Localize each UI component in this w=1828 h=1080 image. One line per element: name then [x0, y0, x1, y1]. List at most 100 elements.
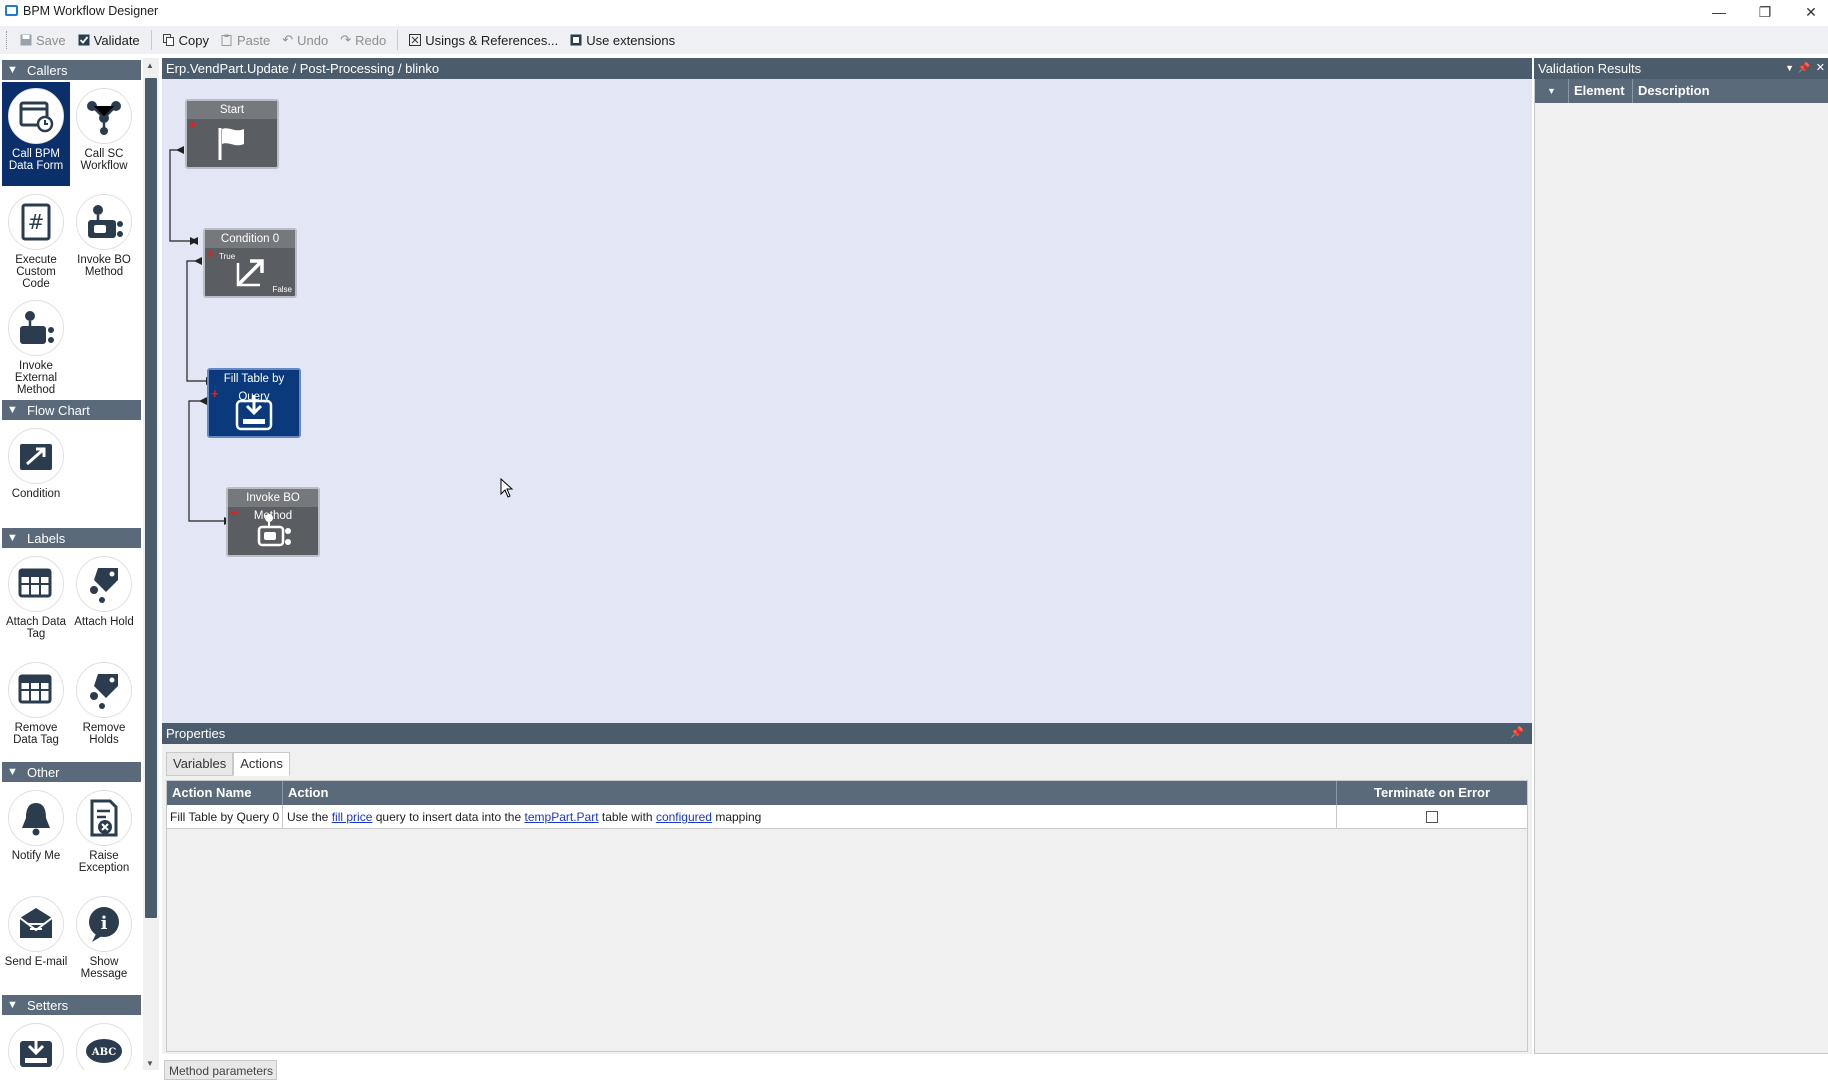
- tool-raise-exception[interactable]: Raise Exception: [70, 784, 138, 888]
- column-action-name[interactable]: Action Name: [167, 781, 283, 805]
- download-tray-icon: [235, 395, 273, 431]
- tool-attach-data-tag[interactable]: Attach Data Tag: [2, 550, 70, 654]
- node-title: Invoke BO Method: [228, 489, 318, 522]
- window-title: BPM Workflow Designer: [23, 4, 159, 18]
- column-terminate-on-error[interactable]: Terminate on Error: [1337, 781, 1527, 805]
- close-icon[interactable]: ✕: [1816, 58, 1825, 79]
- extensions-label: Use extensions: [586, 32, 676, 48]
- scrollbar-thumb[interactable]: [145, 78, 157, 918]
- action-text: query to insert data into the: [375, 810, 522, 824]
- scroll-down-icon[interactable]: ▼: [146, 1059, 154, 1068]
- terminate-on-error-checkbox[interactable]: [1426, 811, 1438, 823]
- query-link[interactable]: fill price: [332, 810, 373, 824]
- envelope-icon: [8, 896, 64, 952]
- filter-column[interactable]: ▼: [1535, 79, 1569, 103]
- abc-icon: ABC: [76, 1023, 132, 1070]
- hash-document-icon: #: [8, 194, 64, 250]
- pin-icon[interactable]: 📌: [1798, 58, 1810, 79]
- node-title: Condition 0: [205, 230, 295, 248]
- tool-label: Execute Custom Code: [15, 254, 57, 290]
- toolbar-grip: [6, 31, 8, 49]
- tool-remove-holds[interactable]: Remove Holds: [70, 656, 138, 760]
- tool-label: Call SC Workflow: [80, 148, 128, 172]
- group-labels-header[interactable]: ▼ Labels: [2, 528, 141, 548]
- false-branch-label: False: [272, 285, 292, 294]
- use-extensions-button[interactable]: Use extensions: [564, 28, 681, 52]
- tab-method-parameters[interactable]: Method parameters: [164, 1060, 277, 1080]
- toolbar: Save Validate Copy Paste ↶ Undo ↷ Redo U…: [0, 26, 1828, 54]
- add-action-icon[interactable]: +: [211, 387, 219, 400]
- restore-button[interactable]: ❐: [1742, 0, 1788, 24]
- chevron-down-icon: ▼: [7, 532, 18, 544]
- redo-label: Redo: [355, 32, 387, 48]
- mapping-link[interactable]: configured: [656, 810, 712, 824]
- tag-hold-icon: [76, 556, 132, 612]
- chevron-down-icon: ▼: [7, 404, 18, 416]
- palette-scrollbar[interactable]: ▲ ▼: [143, 58, 159, 1070]
- undo-button[interactable]: ↶ Undo: [276, 28, 334, 52]
- tab-actions[interactable]: Actions: [233, 752, 290, 776]
- tool-show-message[interactable]: i Show Message: [70, 890, 138, 994]
- form-clock-icon: [8, 88, 64, 144]
- chevron-down-icon: ▼: [7, 999, 18, 1011]
- group-setters-header[interactable]: ▼ Setters: [2, 995, 141, 1015]
- table-link[interactable]: tempPart.Part: [525, 810, 599, 824]
- scroll-up-icon[interactable]: ▲: [146, 61, 154, 70]
- validate-label: Validate: [93, 32, 140, 48]
- tool-condition[interactable]: Condition: [2, 422, 70, 526]
- redo-button[interactable]: ↷ Redo: [334, 28, 392, 52]
- tool-label: Call BPM Data Form: [8, 148, 64, 172]
- group-flowchart-header[interactable]: ▼ Flow Chart: [2, 400, 141, 420]
- tool-label: Invoke External Method: [14, 360, 58, 396]
- tool-invoke-external-method[interactable]: Invoke External Method: [2, 294, 70, 398]
- tool-call-bpm-data-form[interactable]: Call BPM Data Form: [2, 82, 70, 186]
- column-description[interactable]: Description: [1633, 79, 1828, 103]
- dropdown-icon[interactable]: ▼: [1785, 58, 1794, 79]
- column-action[interactable]: Action: [283, 781, 1337, 805]
- close-button[interactable]: ✕: [1788, 0, 1828, 24]
- group-other-header[interactable]: ▼ Other: [2, 762, 141, 782]
- tool-set-text[interactable]: ABC: [70, 1017, 138, 1070]
- group-label: Labels: [27, 530, 66, 546]
- node-fill-table-by-query[interactable]: Fill Table by Query +: [207, 368, 301, 438]
- tool-fill-table[interactable]: [2, 1017, 70, 1070]
- add-action-icon[interactable]: +: [189, 118, 197, 131]
- tool-send-email[interactable]: Send E-mail: [2, 890, 70, 994]
- minimize-button[interactable]: —: [1696, 0, 1742, 24]
- extensions-icon: [570, 34, 582, 46]
- paste-button[interactable]: Paste: [215, 28, 276, 52]
- undo-label: Undo: [297, 32, 329, 48]
- node-invoke-bo-method[interactable]: Invoke BO Method +: [226, 487, 320, 557]
- add-action-icon[interactable]: +: [207, 247, 215, 260]
- redo-icon: ↷: [340, 32, 352, 47]
- table-row-action-name[interactable]: Fill Table by Query 0: [167, 805, 283, 829]
- workflow-canvas[interactable]: Start + Condition 0 + True False Fill Ta…: [162, 79, 1532, 723]
- node-condition[interactable]: Condition 0 + True False: [203, 228, 297, 298]
- tool-remove-data-tag[interactable]: Remove Data Tag: [2, 656, 70, 760]
- tab-variables[interactable]: Variables: [166, 752, 234, 776]
- group-callers-header[interactable]: ▼ Callers: [2, 60, 141, 80]
- validate-button[interactable]: Validate: [72, 28, 146, 52]
- copy-button[interactable]: Copy: [157, 28, 215, 52]
- copy-label: Copy: [178, 32, 210, 48]
- tool-attach-hold[interactable]: Attach Hold: [70, 550, 138, 654]
- tool-label: Raise Exception: [78, 850, 130, 874]
- save-button[interactable]: Save: [14, 28, 72, 52]
- pin-icon[interactable]: 📌: [1510, 723, 1524, 744]
- tool-call-sc-workflow[interactable]: Call SC Workflow: [70, 82, 138, 186]
- column-element[interactable]: Element: [1569, 79, 1633, 103]
- action-text: Use the: [287, 810, 329, 824]
- chevron-down-icon: ▼: [7, 766, 18, 778]
- usings-references-button[interactable]: Usings & References...: [403, 28, 564, 52]
- save-label: Save: [36, 32, 66, 48]
- canvas-breadcrumb: Erp.VendPart.Update / Post-Processing / …: [162, 58, 1532, 79]
- tool-notify-me[interactable]: Notify Me: [2, 784, 70, 888]
- actions-grid: Action Name Action Terminate on Error Fi…: [166, 780, 1528, 1052]
- abc-text: ABC: [91, 1047, 116, 1058]
- tool-invoke-bo-method[interactable]: Invoke BO Method: [70, 188, 138, 292]
- table-row-action: Use the fill price query to insert data …: [283, 805, 1337, 829]
- flag-icon: [218, 128, 244, 160]
- node-start[interactable]: Start +: [185, 99, 279, 169]
- add-action-icon[interactable]: +: [230, 506, 238, 519]
- tool-execute-custom-code[interactable]: # Execute Custom Code: [2, 188, 70, 292]
